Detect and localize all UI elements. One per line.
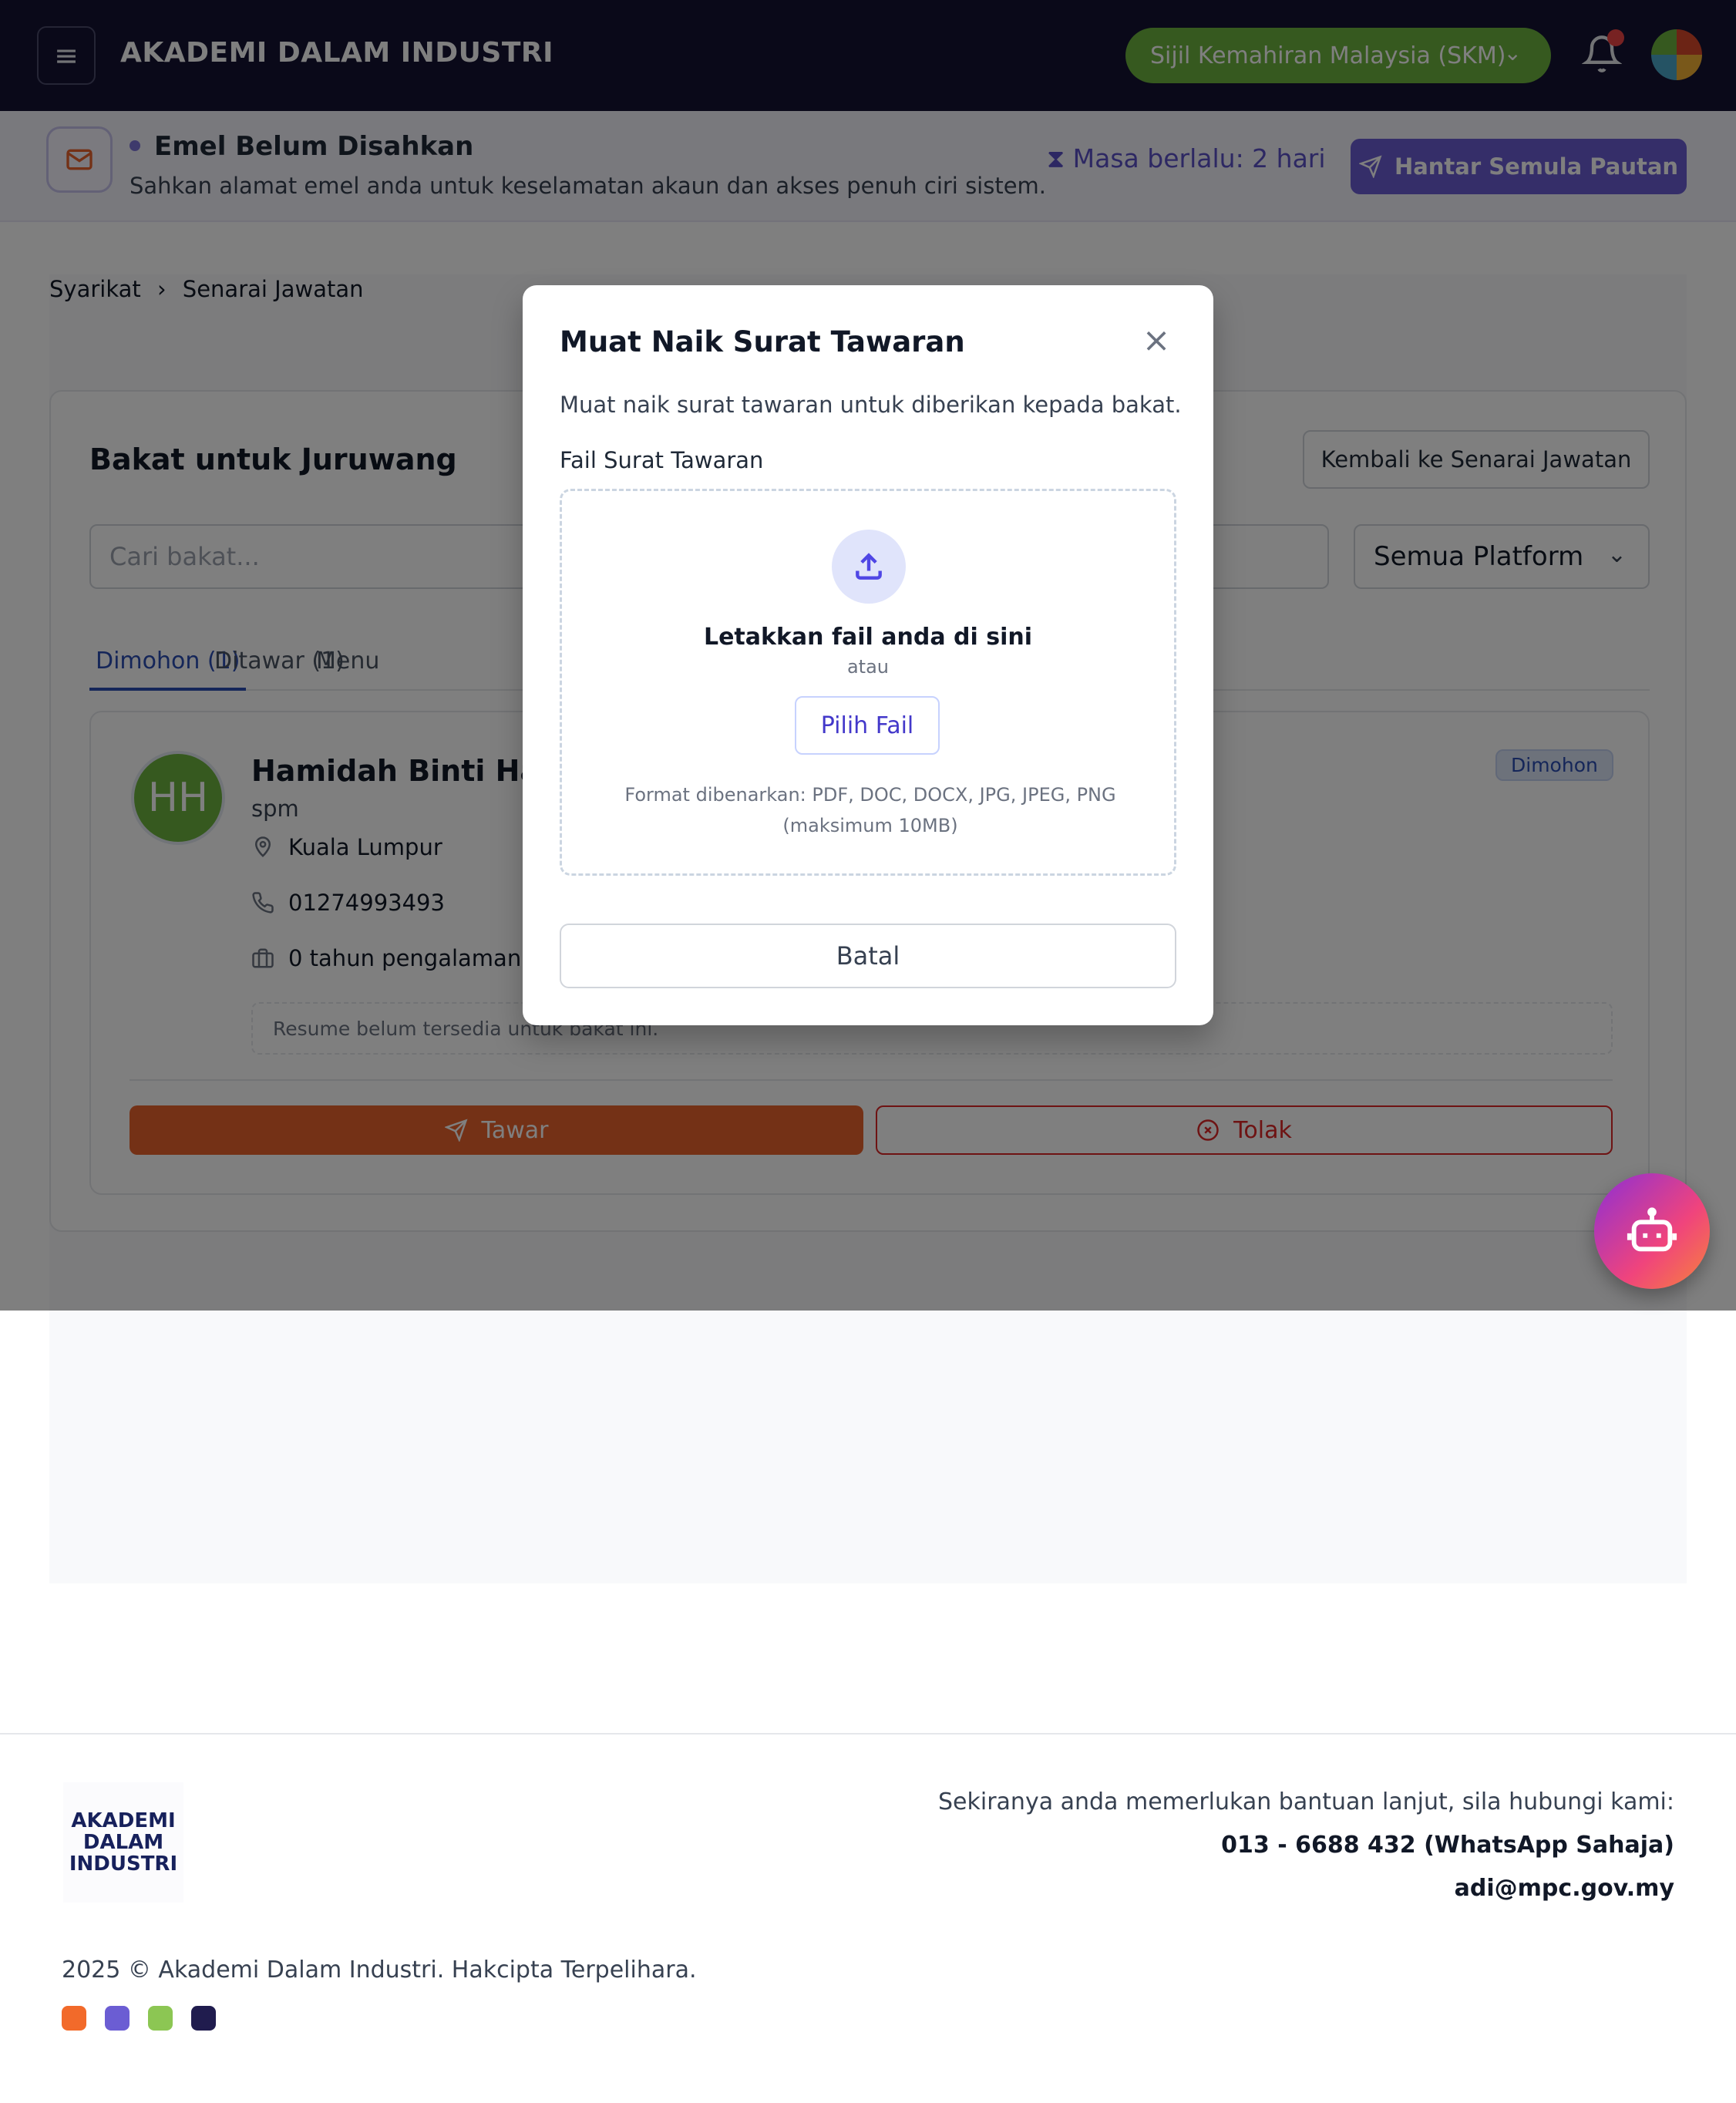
- formats-text: Format dibenarkan: PDF, DOC, DOCX, JPG, …: [624, 784, 1116, 806]
- file-field-label: Fail Surat Tawaran: [560, 447, 764, 473]
- upload-icon: [832, 530, 906, 604]
- brand-color-dots: [62, 2006, 216, 2031]
- footer-copyright: 2025 © Akademi Dalam Industri. Hakcipta …: [62, 1957, 697, 1984]
- max-size-text: (maksimum 10MB): [782, 815, 958, 836]
- color-dot: [62, 2006, 86, 2031]
- footer: AKADEMI DALAM INDUSTRI Sekiranya anda me…: [0, 1733, 1736, 2103]
- file-dropzone[interactable]: Letakkan fail anda di sini atau Pilih Fa…: [560, 489, 1176, 876]
- upload-offer-modal: Muat Naik Surat Tawaran × Muat naik sura…: [523, 285, 1213, 1025]
- drop-or: atau: [846, 656, 890, 678]
- color-dot: [148, 2006, 173, 2031]
- logo-line: DALAM: [82, 1831, 164, 1854]
- footer-help-text: Sekiranya anda memerlukan bantuan lanjut…: [938, 1788, 1674, 1815]
- logo-line: AKADEMI: [71, 1809, 176, 1832]
- drop-title: Letakkan fail anda di sini: [703, 624, 1033, 651]
- close-icon[interactable]: ×: [1139, 324, 1173, 358]
- footer-logo: AKADEMI DALAM INDUSTRI: [63, 1782, 183, 1903]
- robot-icon: [1627, 1207, 1677, 1252]
- logo-line: INDUSTRI: [69, 1852, 178, 1876]
- allowed-formats: Format dibenarkan: PDF, DOC, DOCX, JPG, …: [593, 779, 1148, 841]
- footer-email[interactable]: adi@mpc.gov.my: [1455, 1875, 1674, 1902]
- footer-phone[interactable]: 013 - 6688 432 (WhatsApp Sahaja): [1221, 1832, 1674, 1859]
- chatbot-button[interactable]: [1594, 1173, 1710, 1289]
- color-dot: [105, 2006, 130, 2031]
- color-dot: [191, 2006, 216, 2031]
- modal-description: Muat naik surat tawaran untuk diberikan …: [560, 392, 1182, 418]
- modal-title: Muat Naik Surat Tawaran: [560, 325, 965, 358]
- cancel-button[interactable]: Batal: [560, 924, 1176, 988]
- choose-file-button[interactable]: Pilih Fail: [795, 696, 940, 755]
